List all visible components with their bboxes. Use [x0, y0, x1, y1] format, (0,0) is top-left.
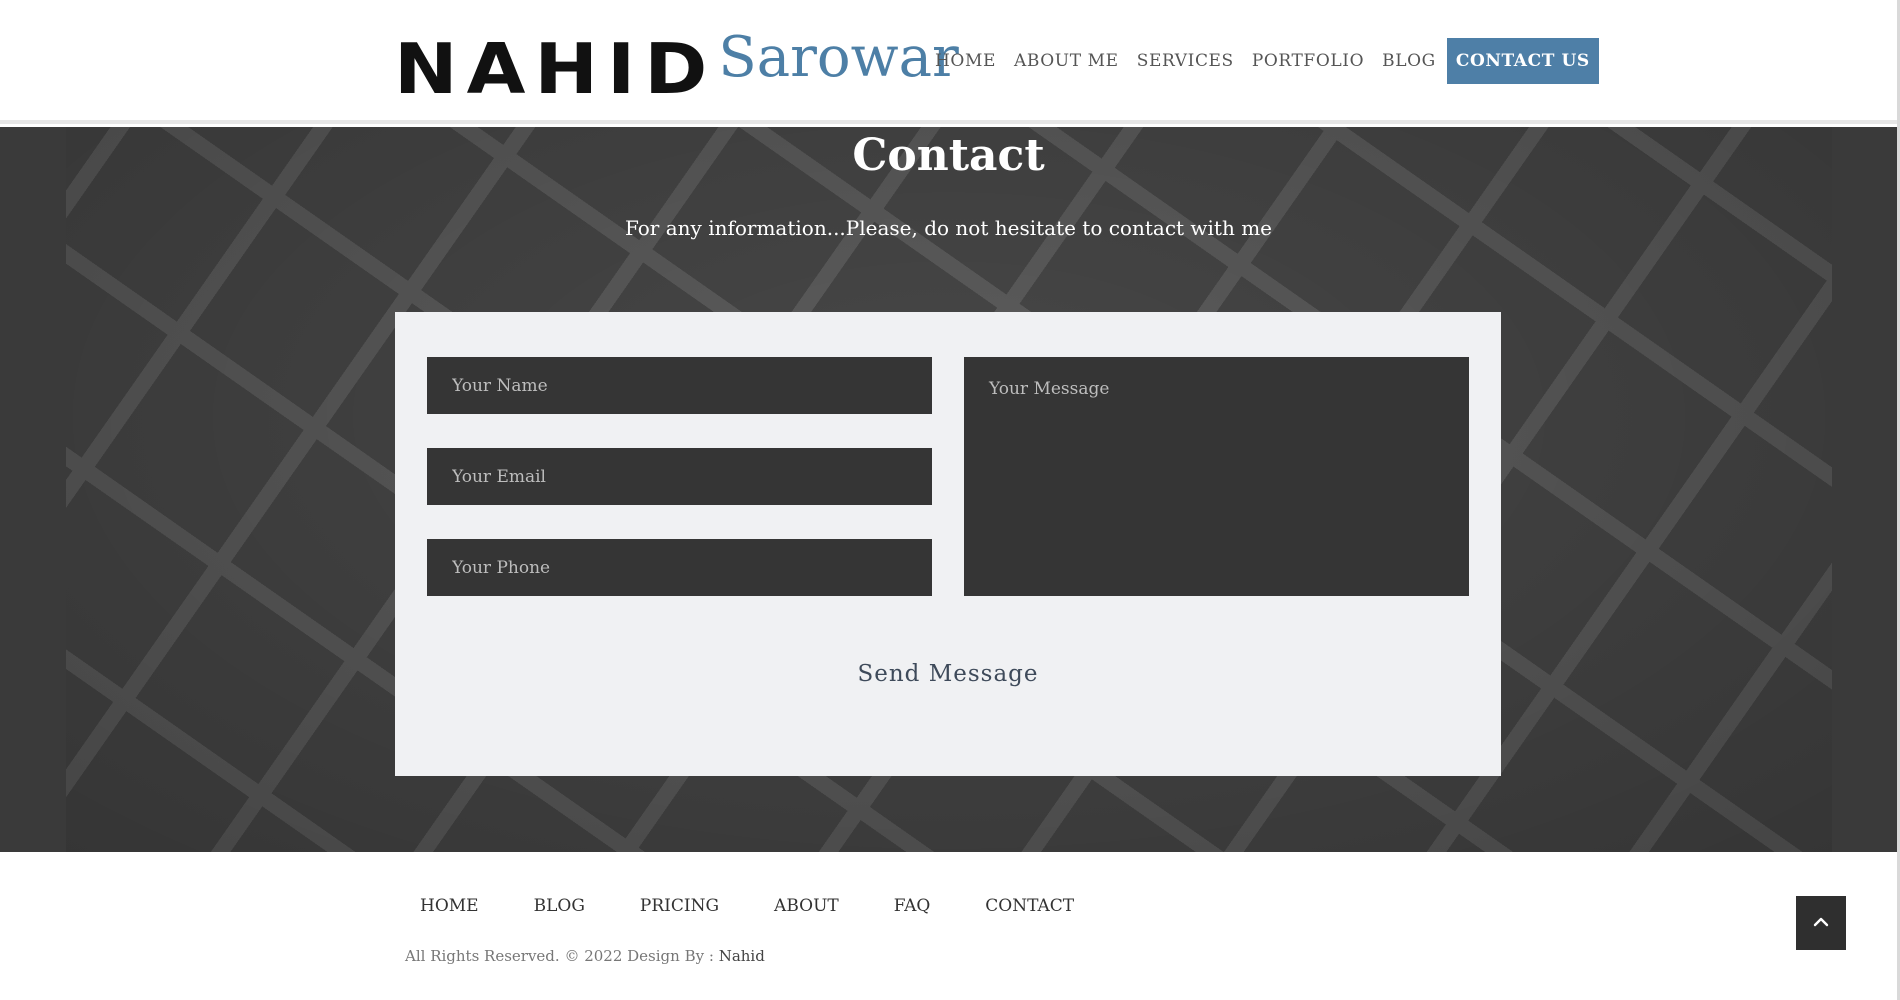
copyright-prefix: All Rights Reserved. © 2022 Design By : [405, 947, 719, 965]
send-message-button[interactable]: Send Message [848, 654, 1048, 694]
back-to-top-button[interactable] [1796, 896, 1846, 950]
nav-blog[interactable]: BLOG [1373, 38, 1445, 84]
chevron-up-icon [1811, 912, 1831, 935]
phone-input[interactable] [427, 539, 932, 596]
contact-form: Send Message [395, 312, 1501, 776]
logo-sub-text: Sarowar [718, 25, 959, 90]
contact-title: Contact [852, 130, 1045, 181]
site-header: NAHID Sarowar HOME ABOUT ME SERVICES POR… [0, 0, 1897, 124]
nav-about-me[interactable]: ABOUT ME [1005, 38, 1128, 84]
footer-link-about[interactable]: ABOUT [774, 896, 839, 916]
nav-portfolio[interactable]: PORTFOLIO [1243, 38, 1373, 84]
footer-nav: HOME BLOG PRICING ABOUT FAQ CONTACT [420, 896, 1129, 916]
nav-home[interactable]: HOME [926, 38, 1005, 84]
main-nav: HOME ABOUT ME SERVICES PORTFOLIO BLOG CO… [926, 38, 1599, 84]
footer-link-faq[interactable]: FAQ [894, 896, 931, 916]
footer-link-pricing[interactable]: PRICING [640, 896, 719, 916]
email-input[interactable] [427, 448, 932, 505]
contact-subtitle: For any information...Please, do not hes… [624, 216, 1273, 240]
nav-services[interactable]: SERVICES [1128, 38, 1243, 84]
message-textarea[interactable] [964, 357, 1469, 596]
nav-contact-us[interactable]: CONTACT US [1446, 38, 1599, 84]
name-input[interactable] [427, 357, 932, 414]
designer-name: Nahid [718, 947, 765, 965]
site-footer: HOME BLOG PRICING ABOUT FAQ CONTACT All … [0, 852, 1897, 1000]
site-logo[interactable]: NAHID Sarowar [394, 26, 959, 106]
footer-link-blog[interactable]: BLOG [534, 896, 585, 916]
copyright-text: All Rights Reserved. © 2022 Design By : … [405, 947, 765, 965]
footer-link-contact[interactable]: CONTACT [985, 896, 1074, 916]
footer-link-home[interactable]: HOME [420, 896, 479, 916]
logo-main-text: NAHID [394, 27, 717, 110]
